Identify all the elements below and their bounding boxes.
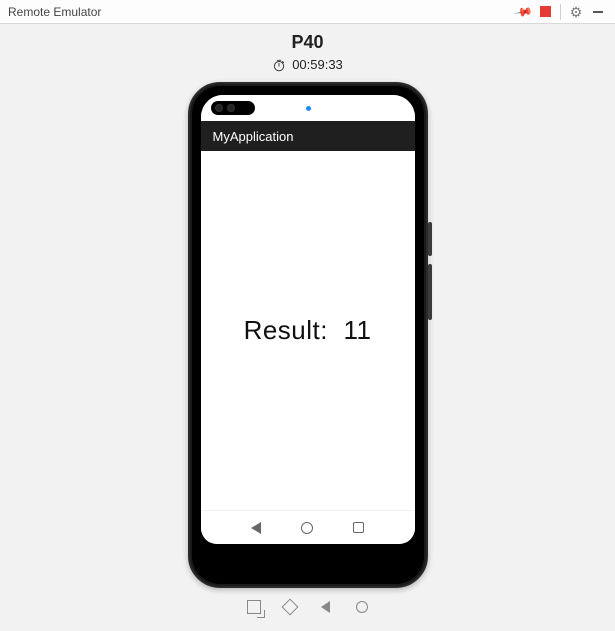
- titlebar: Remote Emulator 📌 ⚙: [0, 0, 615, 24]
- app-bar: MyApplication: [201, 121, 415, 151]
- power-button: [428, 264, 432, 320]
- settings-button[interactable]: ⚙: [565, 1, 587, 23]
- content-area: P40 00:59:33: [0, 24, 615, 631]
- stop-icon: [540, 6, 551, 17]
- emulator-toolbar: [245, 598, 371, 616]
- window-title: Remote Emulator: [8, 5, 512, 19]
- pin-button[interactable]: 📌: [512, 1, 534, 23]
- device-name: P40: [291, 32, 323, 53]
- pin-icon: 📌: [513, 1, 533, 21]
- app-title: MyApplication: [213, 129, 294, 144]
- android-navbar: [201, 510, 415, 544]
- device-screen[interactable]: MyApplication Result: 11: [201, 95, 415, 544]
- phone-inner: MyApplication Result: 11: [192, 86, 424, 584]
- nav-home-icon[interactable]: [301, 522, 313, 534]
- minimize-icon: [593, 11, 603, 13]
- app-content: Result: 11: [201, 151, 415, 510]
- volume-button: [428, 222, 432, 256]
- emulator-panel: Remote Emulator 📌 ⚙ P40: [0, 0, 615, 631]
- diamond-icon: [281, 599, 298, 616]
- nav-back-icon[interactable]: [251, 522, 261, 534]
- clock-icon: [272, 58, 286, 72]
- home-button[interactable]: [353, 598, 371, 616]
- result-label: Result:: [244, 315, 328, 345]
- camera-cutout: [211, 101, 255, 115]
- status-bar: [201, 95, 415, 121]
- clear-button[interactable]: [281, 598, 299, 616]
- result-text: Result: 11: [244, 315, 372, 346]
- timer-row: 00:59:33: [272, 57, 343, 72]
- home-icon: [356, 601, 368, 613]
- separator: [560, 4, 561, 20]
- minimize-button[interactable]: [587, 1, 609, 23]
- result-value: 11: [343, 315, 371, 345]
- rotate-button[interactable]: [245, 598, 263, 616]
- stop-button[interactable]: [534, 1, 556, 23]
- phone-frame: MyApplication Result: 11: [188, 82, 428, 588]
- status-indicator: [306, 106, 311, 111]
- back-icon: [321, 601, 330, 613]
- gear-icon: ⚙: [570, 5, 583, 19]
- rotate-icon: [247, 600, 261, 614]
- timer-value: 00:59:33: [292, 57, 343, 72]
- back-button[interactable]: [317, 598, 335, 616]
- titlebar-actions: 📌 ⚙: [512, 1, 609, 23]
- nav-recents-icon[interactable]: [353, 522, 364, 533]
